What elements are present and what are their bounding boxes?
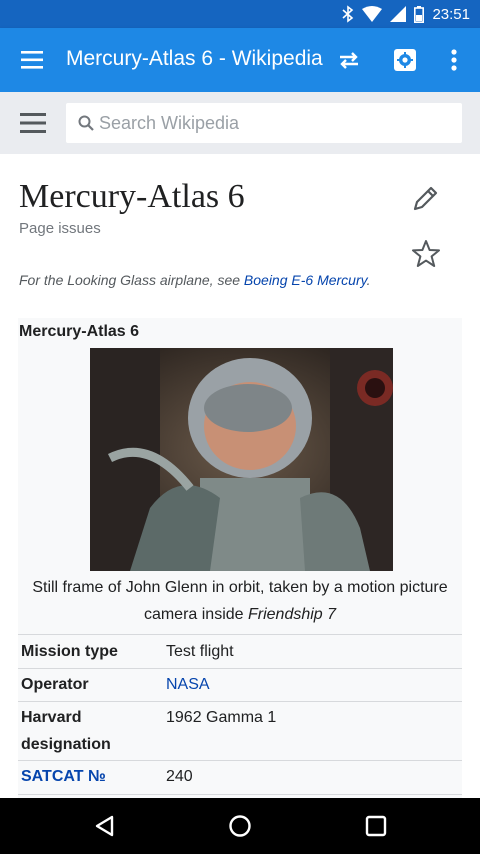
- operator-link[interactable]: NASA: [166, 671, 210, 698]
- settings-icon[interactable]: [392, 47, 418, 73]
- infobox-row-harvard: Harvard designation 1962 Gamma 1: [18, 701, 462, 760]
- swap-icon[interactable]: [336, 48, 362, 72]
- row-value: 1962 Gamma 1: [166, 709, 277, 726]
- hatnote-text: For the Looking Glass airplane, see: [19, 272, 244, 288]
- page-issues-link[interactable]: Page issues: [19, 220, 101, 237]
- infobox-title: Mercury-Atlas 6: [19, 323, 140, 340]
- toc-menu-icon[interactable]: [20, 112, 46, 134]
- hatnote: For the Looking Glass airplane, see Boei…: [19, 272, 459, 288]
- search-bar: Search Wikipedia: [0, 92, 480, 154]
- signal-icon: [390, 6, 407, 22]
- search-icon: [78, 115, 94, 136]
- back-icon[interactable]: [93, 814, 117, 843]
- hatnote-suffix: .: [366, 272, 371, 288]
- infobox: Mercury-Atlas 6 Still frame of John Glen…: [18, 318, 462, 798]
- app-bar-title: Mercury-Atlas 6 - Wikipedia: [66, 47, 323, 70]
- search-placeholder: Search Wikipedia: [99, 113, 240, 133]
- navigation-bar: [0, 798, 480, 854]
- clock: 23:51: [432, 5, 470, 23]
- search-input[interactable]: Search Wikipedia: [66, 103, 462, 143]
- star-icon[interactable]: [410, 238, 442, 270]
- menu-icon[interactable]: [20, 48, 46, 72]
- recents-icon[interactable]: [364, 814, 388, 843]
- infobox-image[interactable]: [90, 348, 393, 571]
- row-value: Test flight: [166, 643, 234, 660]
- bluetooth-icon: [342, 5, 354, 23]
- wifi-icon: [362, 6, 383, 22]
- page-title: Mercury-Atlas 6: [19, 178, 245, 215]
- caption-text: Still frame of John Glenn in orbit, take…: [32, 579, 448, 623]
- row-label: Harvard designation: [21, 709, 111, 753]
- row-label: Operator: [21, 676, 89, 693]
- infobox-row-mission-type: Mission type Test flight: [18, 634, 462, 668]
- more-options-icon[interactable]: [444, 47, 464, 73]
- satcat-link[interactable]: SATCAT №: [21, 763, 106, 790]
- battery-icon: [414, 5, 425, 23]
- hatnote-link[interactable]: Boeing E-6 Mercury: [244, 272, 367, 288]
- caption-italic: Friendship 7: [248, 606, 337, 623]
- status-bar: 23:51: [0, 0, 480, 28]
- edit-icon[interactable]: [410, 184, 440, 214]
- infobox-caption: Still frame of John Glenn in orbit, take…: [18, 574, 462, 628]
- infobox-row-satcat: SATCAT № 240: [18, 760, 462, 795]
- home-icon[interactable]: [228, 814, 252, 843]
- row-value: 240: [166, 768, 193, 785]
- infobox-row-operator: Operator NASA: [18, 668, 462, 701]
- app-bar: Mercury-Atlas 6 - Wikipedia: [0, 28, 480, 92]
- row-label: Mission type: [21, 643, 118, 660]
